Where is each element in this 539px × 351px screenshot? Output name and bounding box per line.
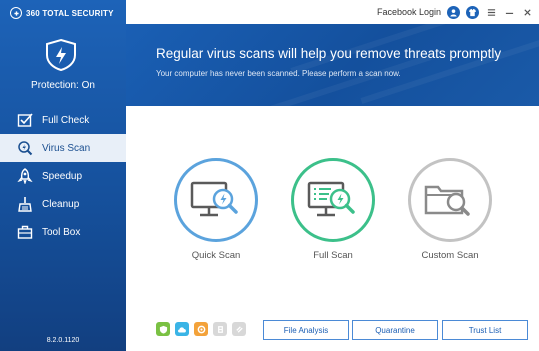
- sidebar-item-label: Tool Box: [42, 226, 81, 238]
- banner-subtitle: Your computer has never been scanned. Pl…: [156, 69, 401, 78]
- quick-scan-label: Quick Scan: [191, 250, 241, 261]
- banner: Regular virus scans will help you remove…: [126, 24, 539, 106]
- brand-name: 360 TOTAL SECURITY: [26, 8, 114, 18]
- custom-scan-button[interactable]: Custom Scan: [408, 158, 492, 261]
- broom-icon: [16, 195, 34, 213]
- skin-icon[interactable]: [466, 5, 479, 19]
- trust-list-button[interactable]: Trust List: [442, 320, 528, 340]
- sidebar-nav: Full Check Virus Scan Speedup Cleanup To…: [0, 106, 126, 246]
- protection-status: Protection: On: [31, 80, 95, 91]
- full-scan-label: Full Scan: [313, 250, 353, 261]
- sidebar-item-cleanup[interactable]: Cleanup: [0, 190, 126, 218]
- logo-icon: [10, 7, 22, 19]
- custom-scan-ring: [408, 158, 492, 242]
- sidebar-item-tool-box[interactable]: Tool Box: [0, 218, 126, 246]
- brand: 360 TOTAL SECURITY: [10, 6, 114, 20]
- cloud-icon[interactable]: [175, 322, 189, 336]
- link-icon[interactable]: [232, 322, 246, 336]
- folder-scan-icon: [424, 185, 470, 216]
- version-label: 8.2.0.1120: [46, 337, 80, 344]
- monitor-scan-icon: [190, 181, 238, 217]
- menu-icon[interactable]: [485, 6, 497, 18]
- sidebar-item-speedup[interactable]: Speedup: [0, 162, 126, 190]
- toolbox-icon: [16, 223, 34, 241]
- engine-tools: [156, 322, 246, 336]
- engine-icon[interactable]: [194, 322, 208, 336]
- sidebar-item-label: Full Check: [42, 114, 90, 126]
- shield-icon: [46, 38, 76, 72]
- rocket-icon: [16, 167, 34, 185]
- close-icon[interactable]: [521, 6, 533, 18]
- full-scan-ring: [291, 158, 375, 242]
- checkbox-icon: [16, 111, 34, 129]
- sidebar-item-full-check[interactable]: Full Check: [0, 106, 126, 134]
- quick-scan-button[interactable]: Quick Scan: [174, 158, 258, 261]
- title-bar: Facebook Login: [126, 0, 539, 24]
- grey-tool-icon[interactable]: [213, 322, 227, 336]
- sidebar: 360 TOTAL SECURITY Protection: On Full C…: [0, 0, 126, 351]
- sidebar-item-label: Cleanup: [42, 198, 80, 210]
- quick-scan-ring: [174, 158, 258, 242]
- minimize-icon[interactable]: [503, 6, 515, 18]
- banner-title: Regular virus scans will help you remove…: [156, 46, 502, 61]
- user-icon[interactable]: [447, 5, 460, 19]
- quarantine-button[interactable]: Quarantine: [352, 320, 438, 340]
- sidebar-item-label: Virus Scan: [42, 142, 91, 154]
- sidebar-item-label: Speedup: [42, 170, 83, 182]
- shield-green-icon[interactable]: [156, 322, 170, 336]
- custom-scan-label: Custom Scan: [421, 250, 479, 261]
- full-scan-button[interactable]: Full Scan: [291, 158, 375, 261]
- sidebar-item-virus-scan[interactable]: Virus Scan: [0, 134, 126, 162]
- file-analysis-button[interactable]: File Analysis: [263, 320, 349, 340]
- virus-scan-icon: [16, 139, 34, 157]
- facebook-login-link[interactable]: Facebook Login: [377, 7, 441, 17]
- list-scan-icon: [307, 181, 355, 217]
